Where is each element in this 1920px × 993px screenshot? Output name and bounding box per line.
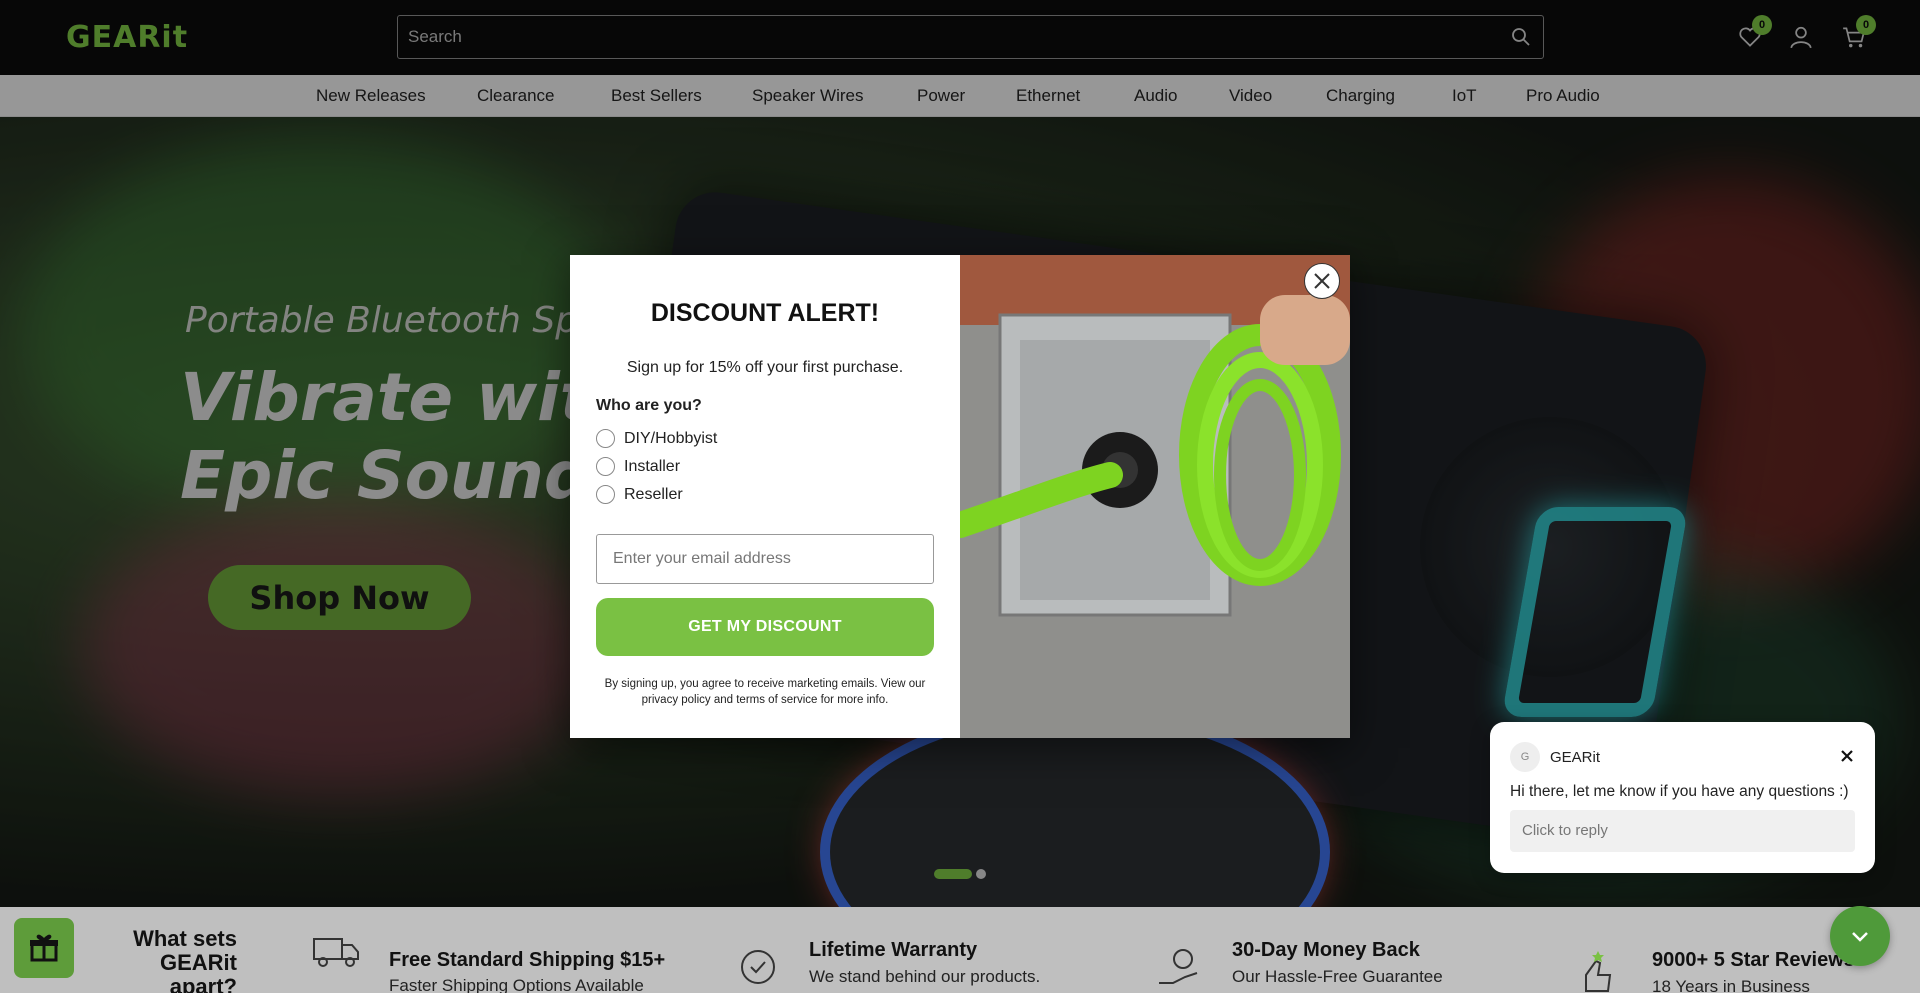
discount-modal: DISCOUNT ALERT! Sign up for 15% off your…	[570, 255, 1350, 738]
close-icon[interactable]	[1313, 272, 1331, 290]
discount-subtitle: Sign up for 15% off your first purchase.	[626, 359, 904, 376]
chat-message: Hi there, let me know if you have any qu…	[1510, 783, 1849, 800]
radio-circle[interactable]	[596, 429, 615, 448]
feature-title: 9000+ 5 Star Reviews	[1652, 949, 1855, 971]
feature-text: We stand behind our products.	[809, 967, 1041, 986]
gift-icon[interactable]	[28, 932, 60, 964]
feature-text: Our Hassle-Free Guarantee	[1232, 967, 1443, 986]
chat-widget: G GEARit Hi there, let me know if you ha…	[1490, 722, 1875, 873]
chat-close-icon[interactable]	[1838, 747, 1856, 765]
feature-text: 18 Years in Business	[1652, 977, 1810, 993]
modal-close-button[interactable]	[1304, 263, 1340, 299]
radio-circle[interactable]	[596, 457, 615, 476]
radio-reseller[interactable]: Reseller	[596, 485, 683, 504]
chat-toggle-button[interactable]	[1830, 906, 1890, 966]
discount-title: DISCOUNT ALERT!	[650, 299, 880, 327]
radio-label: Reseller	[624, 485, 683, 503]
radio-circle[interactable]	[596, 485, 615, 504]
discount-form-panel: DISCOUNT ALERT! Sign up for 15% off your…	[570, 255, 960, 738]
radio-label: DIY/Hobbyist	[624, 429, 718, 447]
feature-text: Faster Shipping Options Available	[389, 976, 644, 993]
email-field[interactable]	[596, 534, 934, 584]
feature-title: Free Standard Shipping $15+	[389, 949, 666, 971]
feature-title: 30-Day Money Back	[1232, 939, 1420, 961]
features-heading-line-2: apart?	[169, 974, 237, 993]
thumbs-up-stars-icon	[1585, 951, 1612, 992]
chat-reply-input[interactable]: Click to reply	[1510, 810, 1855, 852]
money-back-hand-icon	[1159, 949, 1198, 984]
feature-title: Lifetime Warranty	[809, 939, 978, 961]
chat-agent-name: GEARit	[1550, 749, 1601, 766]
ev-cable-illustration	[960, 255, 1350, 738]
radio-label: Installer	[624, 457, 681, 475]
who-are-you-label: Who are you?	[596, 397, 702, 414]
features-heading-line-1: What sets GEARit	[133, 926, 237, 975]
features-heading: What sets GEARit apart?	[62, 927, 237, 993]
legal-disclaimer: By signing up, you agree to receive mark…	[604, 678, 926, 706]
get-my-discount-button[interactable]: GET MY DISCOUNT	[596, 598, 934, 656]
warranty-badge-icon	[741, 950, 775, 984]
chevron-down-icon[interactable]	[1847, 923, 1873, 949]
chat-avatar: G	[1510, 742, 1540, 772]
cable-product-image	[960, 255, 1350, 738]
shipping-truck-icon	[313, 938, 359, 967]
radio-diy-hobbyist[interactable]: DIY/Hobbyist	[596, 429, 717, 448]
radio-installer[interactable]: Installer	[596, 457, 680, 476]
rewards-gift-button[interactable]	[14, 918, 74, 978]
features-strip: What sets GEARit apart? Free Standard Sh…	[0, 907, 1920, 993]
